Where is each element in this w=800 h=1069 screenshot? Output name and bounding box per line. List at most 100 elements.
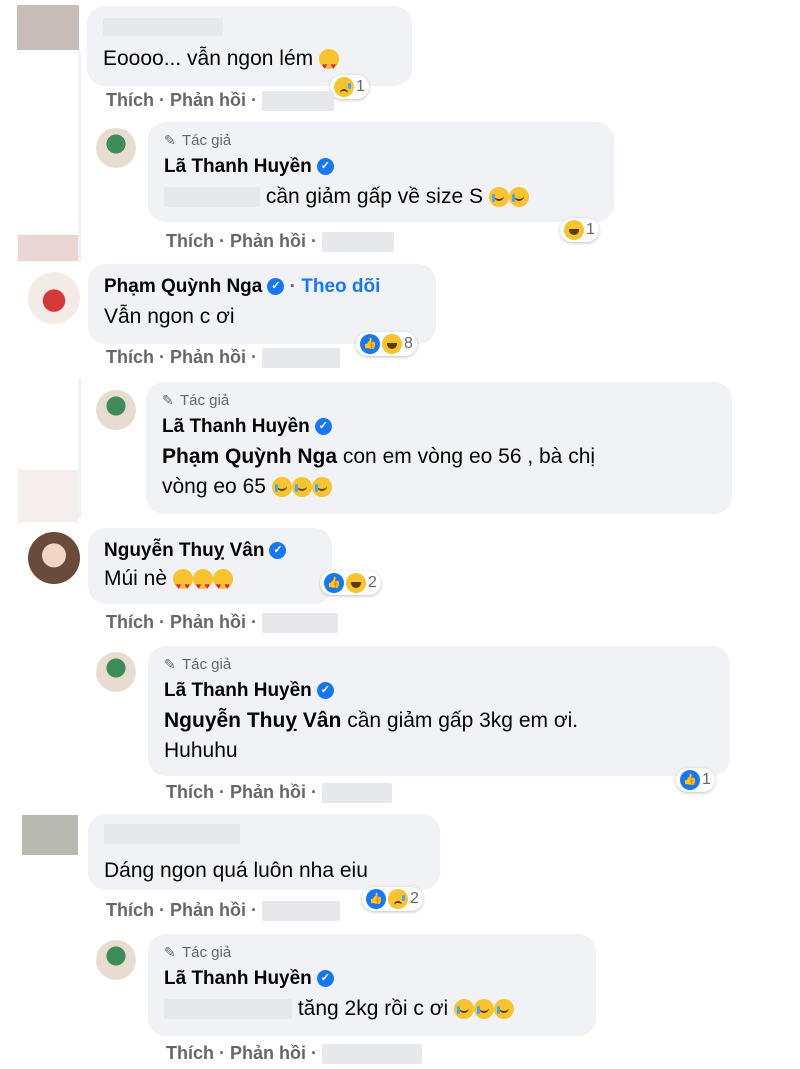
crying-emoji-icon <box>488 187 509 208</box>
blurred-timestamp <box>262 348 341 369</box>
comment-text: Dáng ngon quá luôn nha eiu <box>104 859 368 882</box>
like-action[interactable]: Thích <box>166 231 214 251</box>
like-action[interactable]: Thích <box>106 90 154 110</box>
avatar[interactable] <box>28 532 80 584</box>
reply-action[interactable]: Phản hồi <box>170 347 246 367</box>
comment-actions: Thích · Phản hồi · <box>106 347 341 369</box>
mention[interactable]: Nguyễn Thuỵ Vân <box>164 709 341 732</box>
cropped-fragment-3 <box>18 470 78 522</box>
cropped-avatar-4 <box>22 815 78 855</box>
avatar[interactable] <box>96 390 136 430</box>
blurred-name <box>104 824 240 844</box>
reply-action[interactable]: Phản hồi <box>230 782 306 802</box>
author-badge: Tác giả <box>182 655 232 673</box>
reaction-summary[interactable]: 👍 8 <box>356 332 417 356</box>
thread-line <box>78 52 81 262</box>
verified-badge-icon: ✓ <box>316 970 334 988</box>
blurred-timestamp <box>322 783 393 804</box>
comment-bubble: Nguyễn Thuỵ Vân ✓ Múi nè <box>88 528 332 604</box>
crying-emoji-icon <box>508 187 529 208</box>
reaction-count: 1 <box>586 221 595 238</box>
comment-bubble: ✎ Tác giả Lã Thanh Huyền ✓ cần giảm gấp về… <box>148 122 614 222</box>
reaction-summary[interactable]: 👍 2 <box>320 571 381 595</box>
heart-eyes-emoji-icon <box>212 569 233 601</box>
commenter-name[interactable]: Lã Thanh Huyền <box>164 680 312 701</box>
comment-actions: Thích · Phản hồi · <box>166 231 395 253</box>
haha-reaction-icon <box>346 573 366 593</box>
reaction-count: 2 <box>410 890 419 907</box>
like-action[interactable]: Thích <box>106 900 154 920</box>
comment-actions: Thích · Phản hồi · <box>166 1043 423 1065</box>
avatar[interactable] <box>28 272 80 324</box>
pen-icon: ✎ <box>164 944 176 960</box>
reaction-summary[interactable]: 👍 1 <box>676 768 715 792</box>
blurred-timestamp <box>262 901 341 922</box>
comment-text-line2: Huhuhu <box>164 739 238 762</box>
heart-eyes-emoji-icon <box>319 49 339 81</box>
verified-badge-icon: ✓ <box>316 158 334 176</box>
cropped-fragment-2 <box>18 235 78 261</box>
verified-badge-icon: ✓ <box>314 418 332 436</box>
comment-text: Vẫn ngon c ơi <box>104 305 235 328</box>
blurred-timestamp <box>322 232 395 253</box>
like-action[interactable]: Thích <box>166 1043 214 1063</box>
comment-bubble: Dáng ngon quá luôn nha eiu <box>88 814 440 890</box>
reaction-summary[interactable]: 1 <box>560 218 599 242</box>
avatar[interactable] <box>96 940 136 980</box>
reply-action[interactable]: Phản hồi <box>170 900 246 920</box>
like-reaction-icon: 👍 <box>366 889 386 909</box>
reply-action[interactable]: Phản hồi <box>230 1043 306 1063</box>
commenter-name[interactable]: Lã Thanh Huyền <box>162 416 310 437</box>
like-reaction-icon: 👍 <box>324 573 344 593</box>
comment-text: con em vòng eo 56 , bà chị <box>342 445 596 468</box>
comment-bubble: ✎ Tác giả Lã Thanh Huyền ✓ tăng 2kg rồi c … <box>148 934 596 1036</box>
like-action[interactable]: Thích <box>106 612 154 632</box>
author-badge: Tác giả <box>180 391 230 409</box>
haha-reaction-icon <box>564 220 584 240</box>
sad-reaction-icon <box>334 77 354 97</box>
verified-badge-icon: ✓ <box>316 682 334 700</box>
author-badge: Tác giả <box>182 131 232 149</box>
verified-badge-icon: ✓ <box>269 542 287 560</box>
comment-bubble: ✎ Tác giả Lã Thanh Huyền ✓ Phạm Quỳnh Nga … <box>146 382 732 514</box>
comment-text: Eoooo... vẫn ngon lém <box>103 47 314 70</box>
like-action[interactable]: Thích <box>166 782 214 802</box>
avatar[interactable] <box>96 652 136 692</box>
comment-text-line2: vòng eo 65 <box>162 475 266 498</box>
pen-icon: ✎ <box>162 392 174 408</box>
like-action[interactable]: Thích <box>106 347 154 367</box>
commenter-name[interactable]: Nguyễn Thuỵ Vân <box>104 540 264 561</box>
reaction-count: 1 <box>702 771 711 788</box>
comment-actions: Thích · Phản hồi · <box>106 612 339 634</box>
heart-eyes-emoji-icon <box>192 569 213 601</box>
blurred-timestamp <box>322 1044 423 1065</box>
comment-text: tăng 2kg rồi c ơi <box>297 997 449 1020</box>
crying-emoji-icon <box>454 999 475 1020</box>
reaction-summary[interactable]: 👍 2 <box>362 887 423 911</box>
comment-text: cần giảm gấp về size S <box>265 185 483 208</box>
commenter-name[interactable]: Phạm Quỳnh Nga <box>104 276 262 297</box>
cropped-avatar-1 <box>17 5 79 50</box>
reaction-summary[interactable]: 1 <box>330 75 369 99</box>
crying-emoji-icon <box>474 999 495 1020</box>
commenter-name[interactable]: Lã Thanh Huyền <box>164 156 312 177</box>
commenter-name[interactable]: Lã Thanh Huyền <box>164 968 312 989</box>
haha-reaction-icon <box>382 334 402 354</box>
comment-actions: Thích · Phản hồi · <box>106 900 341 922</box>
blurred-mention <box>164 999 292 1020</box>
blurred-mention <box>164 187 260 208</box>
thread-line <box>78 378 81 518</box>
mention[interactable]: Phạm Quỳnh Nga <box>162 445 337 468</box>
blurred-timestamp <box>262 91 335 112</box>
avatar[interactable] <box>96 128 136 168</box>
verified-badge-icon: ✓ <box>267 278 285 296</box>
reaction-count: 2 <box>368 574 377 591</box>
reply-action[interactable]: Phản hồi <box>230 231 306 251</box>
follow-link[interactable]: Theo dõi <box>301 276 380 297</box>
heart-eyes-emoji-icon <box>172 569 193 601</box>
reply-action[interactable]: Phản hồi <box>170 90 246 110</box>
reaction-count: 1 <box>356 78 365 95</box>
reply-action[interactable]: Phản hồi <box>170 612 246 632</box>
blurred-timestamp <box>262 613 339 634</box>
crying-emoji-icon <box>494 999 515 1020</box>
